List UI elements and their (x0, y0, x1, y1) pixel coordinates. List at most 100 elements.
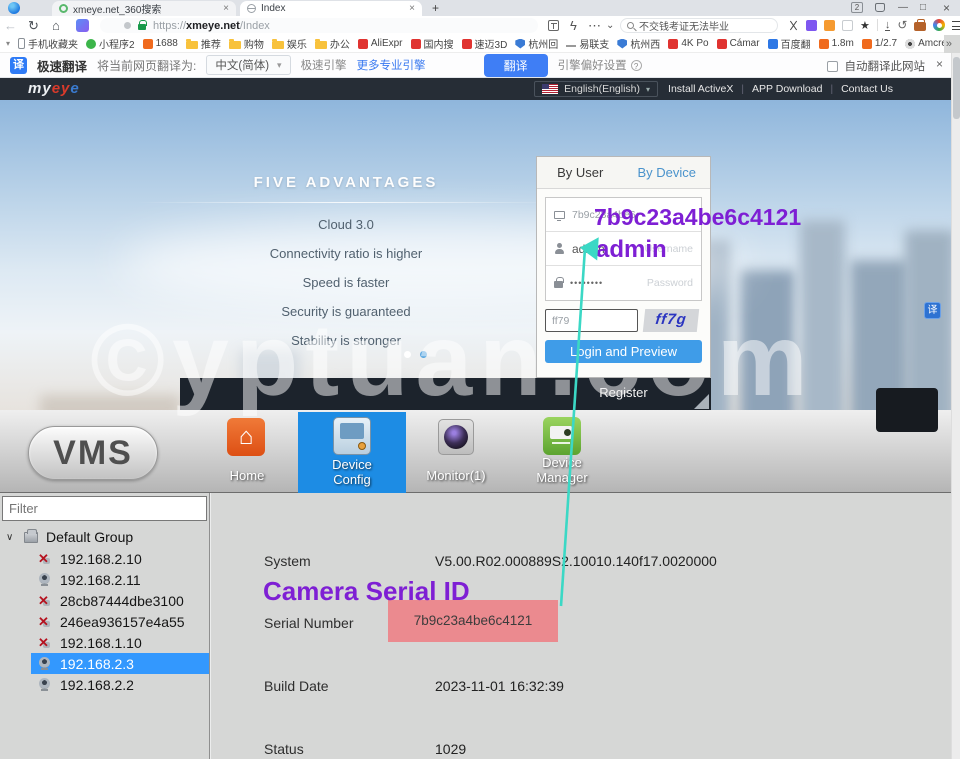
bookmark-item[interactable]: 手机收藏夹 (18, 36, 78, 51)
workspace-icon[interactable] (914, 22, 926, 31)
device-tree-item[interactable]: 192.168.2.2 (31, 674, 209, 695)
app-download-link[interactable]: APP Download (752, 83, 822, 95)
back-icon[interactable]: ← (4, 18, 17, 33)
bookmark-item[interactable]: 办公 (315, 36, 350, 51)
bookmark-item[interactable]: 娱乐 (272, 36, 307, 51)
page-translate-icon[interactable] (548, 20, 559, 31)
orb (444, 425, 468, 449)
login-and-preview-button[interactable]: Login and Preview (545, 340, 702, 363)
dropdown-caret-icon[interactable]: ⌄ (606, 20, 614, 31)
device-tree-item[interactable]: 192.168.1.10 (31, 632, 209, 653)
site-info-icon[interactable] (124, 22, 131, 29)
menu-icon[interactable] (952, 20, 960, 31)
bookmark-item[interactable]: Cámar (717, 38, 760, 49)
window-badge[interactable]: 2 (851, 2, 863, 13)
bookmark-item[interactable]: 速迈3D (462, 36, 508, 51)
scrollbar-thumb[interactable] (953, 57, 960, 119)
reload-icon[interactable]: ↻ (28, 18, 39, 34)
filter-input[interactable] (2, 496, 207, 521)
bookmark-item[interactable]: AliExpr (358, 38, 403, 49)
download-icon[interactable]: ↓ (885, 20, 891, 31)
device-tree-item[interactable]: 28cb87444dbe3100 (31, 590, 209, 611)
close-button[interactable]: × (943, 1, 950, 15)
monitor-icon[interactable] (438, 419, 474, 455)
xmeye-logo[interactable]: myeye (28, 80, 80, 97)
bookmark-item[interactable]: 推荐 (186, 36, 221, 51)
tab-index[interactable]: Index × (240, 1, 422, 16)
bookmark-item[interactable]: 易联支 (566, 36, 609, 51)
browser-logo-icon[interactable] (8, 2, 20, 14)
device-manager-icon[interactable] (543, 417, 581, 455)
bookmark-item[interactable]: Amcre (905, 38, 944, 49)
floating-translate-icon[interactable]: 译 (924, 302, 941, 319)
browser-360-icon[interactable] (933, 19, 945, 31)
tab-by-user[interactable]: By User (537, 157, 624, 188)
install-activex-link[interactable]: Install ActiveX (668, 83, 733, 95)
url-text[interactable]: https://xmeye.net/Index (153, 20, 270, 32)
translate-button[interactable]: 翻译 (484, 54, 548, 77)
home-nav-icon[interactable]: ⌂ (227, 418, 265, 456)
nav-device-config-selected[interactable]: Device Config (298, 412, 406, 493)
bookmark-item[interactable]: 百度翻 (768, 36, 811, 51)
language-select[interactable]: 中文(简体)▾ (206, 55, 290, 75)
ai-app-icon[interactable] (76, 19, 89, 32)
tree-group-row[interactable]: ∨ Default Group (0, 527, 210, 547)
password-input[interactable]: •••••••• Password (546, 266, 701, 300)
home-icon[interactable]: ⌂ (52, 18, 60, 33)
translate-bar-close-icon[interactable]: × (936, 57, 943, 71)
help-icon[interactable]: ? (631, 60, 642, 71)
favorite-star-icon[interactable]: ★ (860, 19, 870, 32)
new-tab-button[interactable]: + (432, 1, 439, 15)
maximize-button[interactable]: □ (920, 2, 926, 13)
restore-tab-icon[interactable]: ↺ (897, 18, 907, 32)
register-link[interactable]: Register (536, 385, 711, 400)
window-panel-icon[interactable] (875, 3, 885, 12)
speed-mode-icon[interactable]: ϟ (570, 18, 577, 33)
device-tree-item[interactable]: 246ea936157e4a55 (31, 611, 209, 632)
browser-window: xmeye.net_360搜索 × Index × + 2 — □ × ← ↻ … (0, 0, 960, 759)
bookmarks-caret-icon[interactable]: ▾ (6, 39, 10, 48)
device-tree-item[interactable]: 192.168.2.10 (31, 548, 209, 569)
device-tree-item[interactable]: 192.168.2.3 (31, 653, 209, 674)
more-options-icon[interactable]: ⋯ (588, 18, 601, 34)
search-box[interactable]: 不交钱考证无法毕业 (620, 18, 778, 33)
bookmarks-overflow-icon[interactable]: » (946, 38, 952, 50)
screenshot-icon[interactable] (788, 20, 799, 31)
nav-label-device-manager[interactable]: Device Manager (525, 455, 599, 485)
nav-label-monitor[interactable]: Monitor(1) (416, 468, 496, 483)
tab-by-device[interactable]: By Device (624, 157, 711, 188)
bookmark-item[interactable]: 小程序2 (86, 36, 135, 51)
language-dropdown[interactable]: English(English) ▾ (534, 81, 658, 97)
lock-icon[interactable] (138, 24, 146, 30)
bookmark-item[interactable]: 4K Po (668, 38, 708, 49)
captcha-image[interactable]: ff7g (643, 309, 699, 332)
bookmark-item[interactable]: 购物 (229, 36, 264, 51)
address-bar[interactable]: https://xmeye.net/Index (100, 18, 538, 33)
extension-purple-icon[interactable] (806, 20, 817, 31)
bookmark-item[interactable]: 杭州西 (617, 36, 660, 51)
bookmark-item[interactable]: 1688 (143, 38, 178, 49)
chevron-down-icon[interactable]: ∨ (6, 532, 13, 543)
extension-orange-icon[interactable] (824, 20, 835, 31)
engine-settings-link[interactable]: 引擎偏好设置? (558, 57, 642, 73)
bookmark-item[interactable]: 1.8m (819, 38, 854, 49)
minimize-button[interactable]: — (898, 2, 908, 13)
engine-more-link[interactable]: 更多专业引擎 (357, 57, 426, 73)
hero-background (905, 230, 951, 410)
tab-xmeye-search[interactable]: xmeye.net_360搜索 × (52, 1, 236, 16)
page-scrollbar[interactable] (951, 53, 960, 759)
extension-white-icon[interactable] (842, 20, 853, 31)
settings-label: 引擎偏好设置 (558, 57, 627, 73)
nav-label-home[interactable]: Home (207, 468, 287, 483)
device-label: 246ea936157e4a55 (60, 614, 185, 630)
bookmark-item[interactable]: 杭州回 (515, 36, 558, 51)
tab-close-icon[interactable]: × (223, 4, 229, 14)
contact-us-link[interactable]: Contact Us (841, 83, 893, 95)
search-hotword[interactable]: 不交钱考证无法毕业 (639, 18, 729, 33)
bookmark-item[interactable]: 国内搜 (411, 36, 454, 51)
captcha-input[interactable] (545, 309, 638, 332)
auto-translate-checkbox[interactable] (827, 61, 838, 72)
bookmark-item[interactable]: 1/2.7 (862, 38, 897, 49)
device-tree-item[interactable]: 192.168.2.11 (31, 569, 209, 590)
tab-close-icon[interactable]: × (409, 4, 415, 14)
